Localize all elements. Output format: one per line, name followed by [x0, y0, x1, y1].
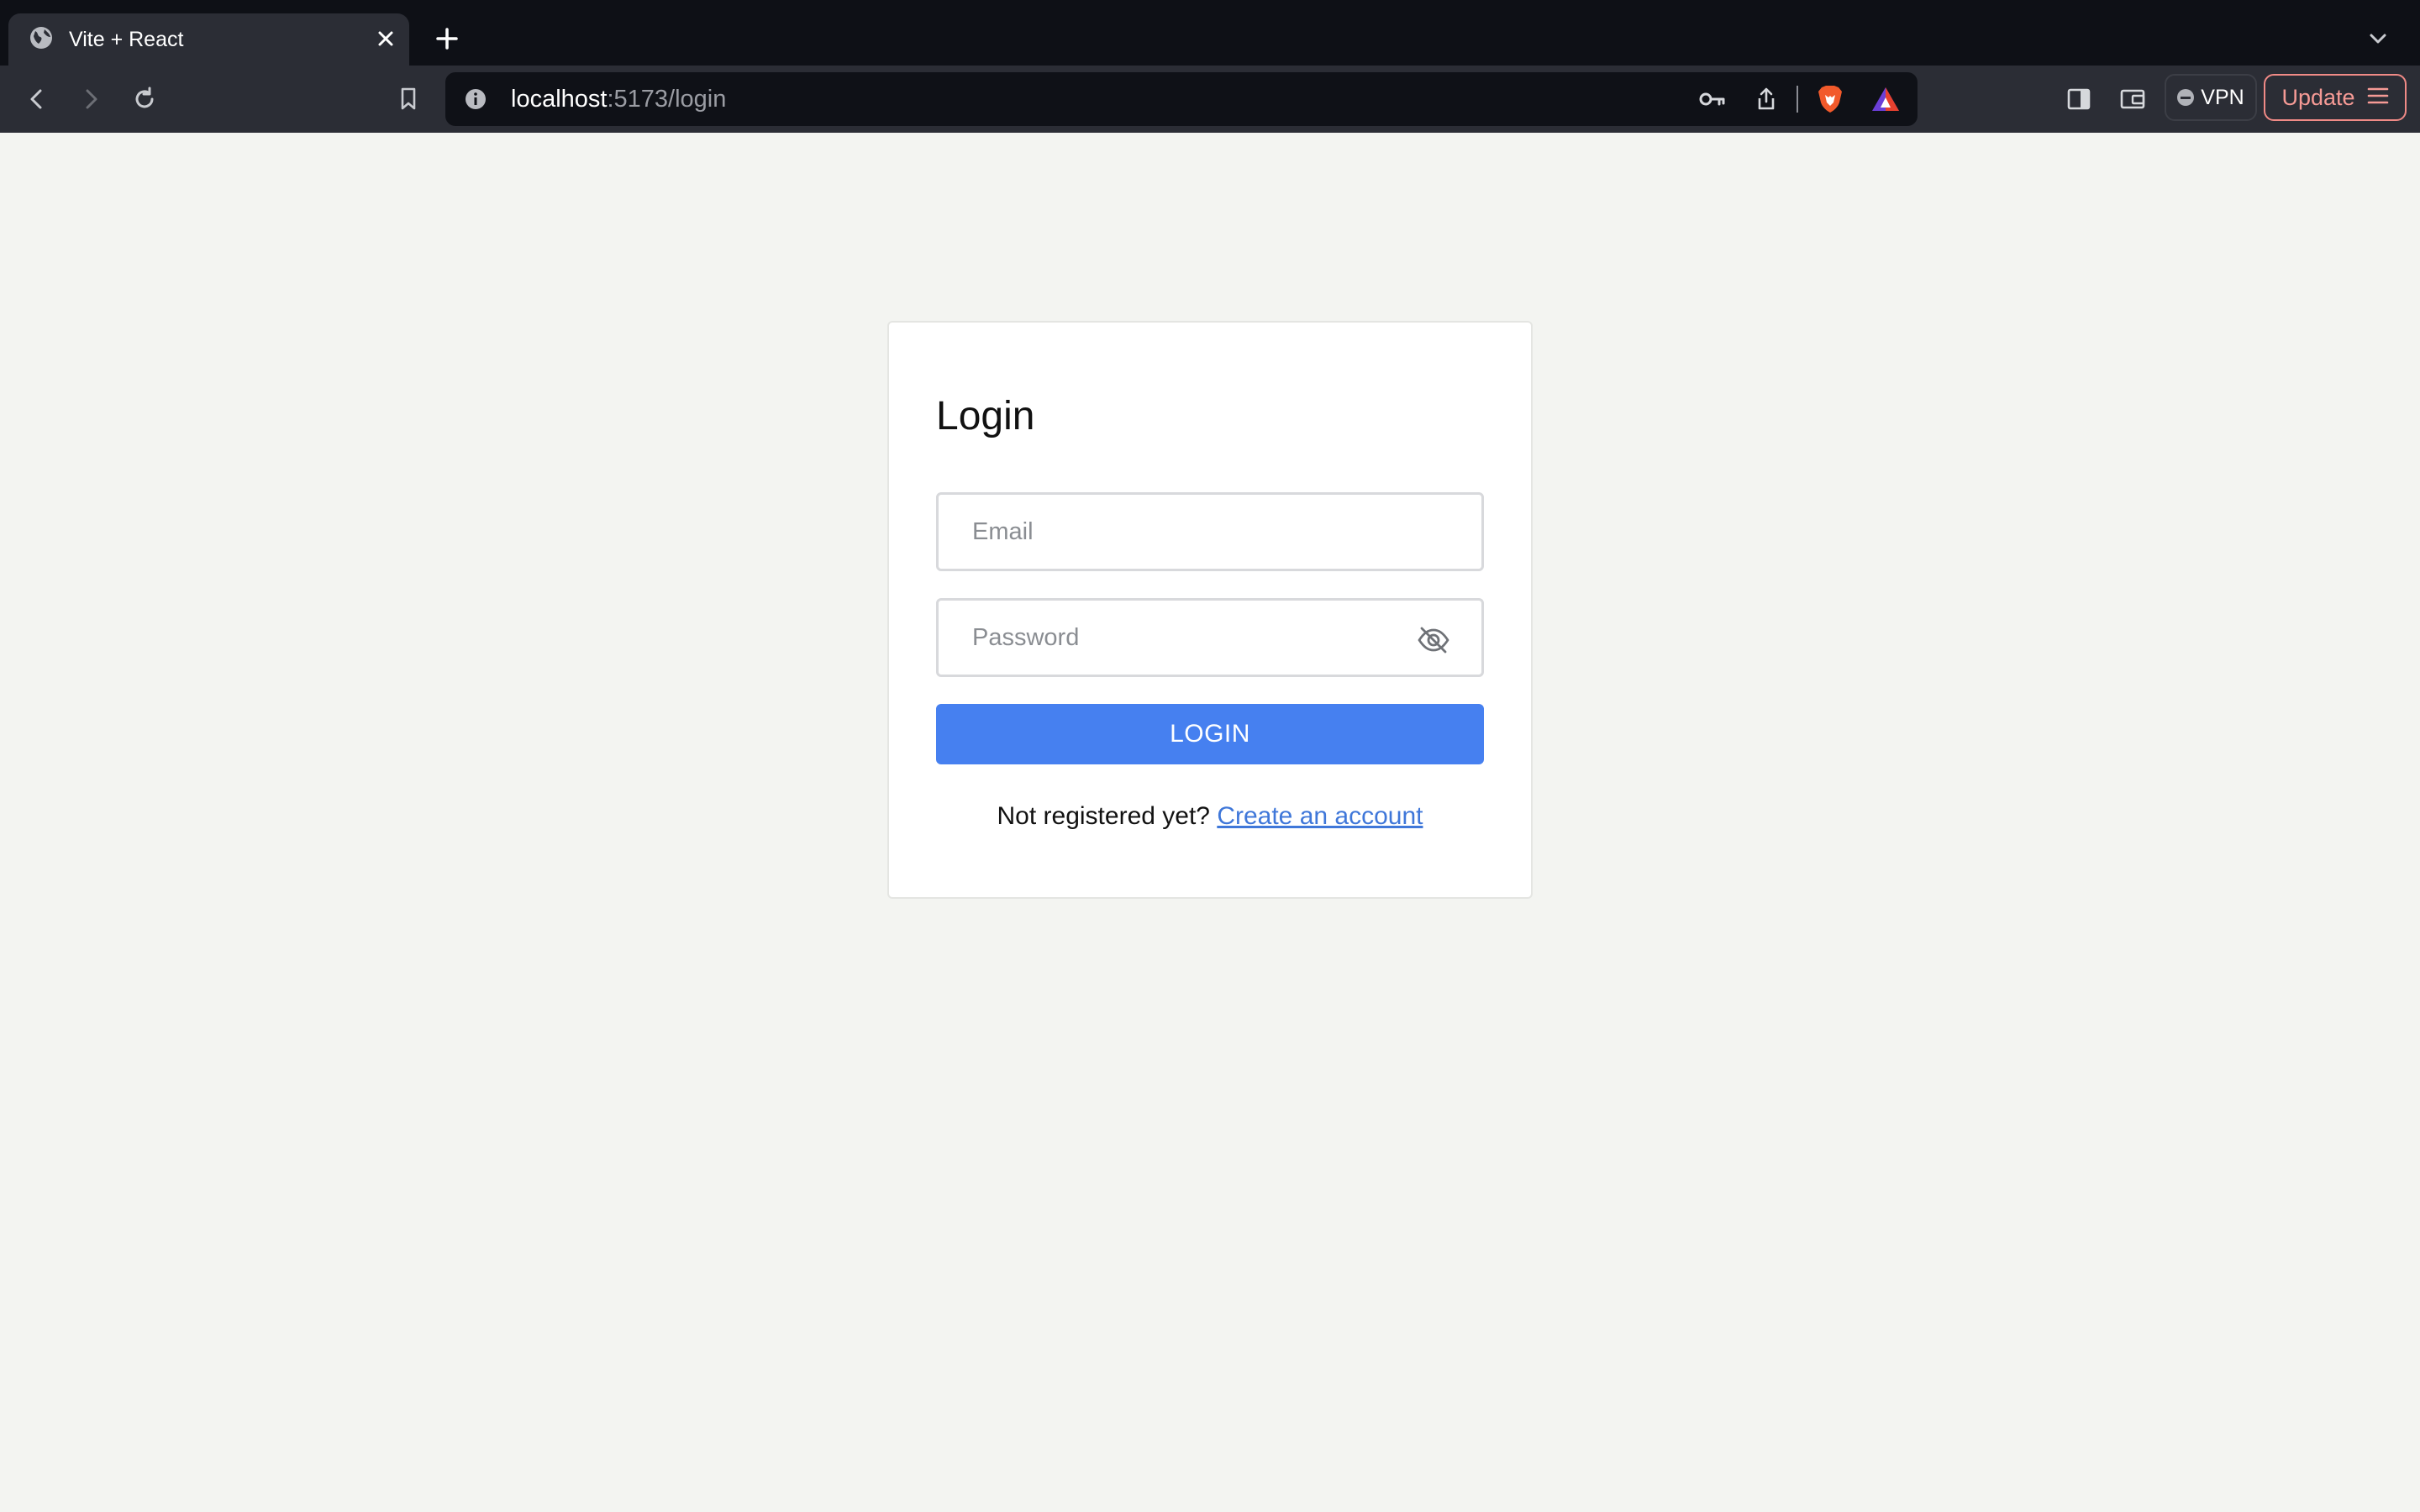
rewards-triangle-icon[interactable]: [1867, 81, 1904, 118]
tab-strip: Vite + React: [0, 0, 2420, 67]
brave-lion-icon[interactable]: [1812, 81, 1849, 118]
back-arrow-icon[interactable]: [18, 81, 55, 118]
browser-tab[interactable]: Vite + React: [8, 13, 409, 66]
eye-off-icon[interactable]: [1416, 622, 1451, 658]
wallet-icon[interactable]: [2114, 81, 2151, 118]
tab-title: Vite + React: [69, 28, 184, 51]
register-prompt-line: Not registered yet? Create an account: [889, 800, 1531, 833]
register-prompt: Not registered yet?: [997, 802, 1218, 830]
login-button[interactable]: LOGIN: [936, 704, 1484, 764]
browser-toolbar: localhost:5173/login VPN Update: [0, 66, 2420, 133]
divider: [1797, 86, 1798, 113]
globe-icon: [29, 25, 54, 50]
url-host: localhost: [511, 86, 608, 113]
address-bar[interactable]: localhost:5173/login: [445, 72, 1918, 126]
password-input[interactable]: [939, 601, 1481, 675]
share-icon[interactable]: [1748, 81, 1785, 118]
plus-icon[interactable]: [429, 20, 466, 57]
close-icon[interactable]: [371, 24, 401, 54]
create-account-link[interactable]: Create an account: [1217, 802, 1423, 830]
url-path: :5173/login: [607, 86, 727, 113]
email-input[interactable]: [939, 495, 1481, 569]
url-text[interactable]: localhost:5173/login: [511, 83, 726, 115]
password-field[interactable]: [936, 598, 1484, 677]
login-card: Login LOGIN Not registered yet? Create a…: [887, 321, 1533, 899]
email-field[interactable]: [936, 492, 1484, 571]
update-label: Update: [2281, 84, 2355, 110]
update-button[interactable]: Update: [2264, 74, 2407, 121]
sidebar-icon[interactable]: [2060, 81, 2097, 118]
key-icon[interactable]: [1694, 81, 1731, 118]
vpn-label: VPN: [2201, 85, 2244, 109]
info-icon[interactable]: [457, 81, 494, 118]
hamburger-menu-icon: [2367, 85, 2389, 111]
vpn-button[interactable]: VPN: [2165, 74, 2257, 121]
chevron-down-icon[interactable]: [2361, 22, 2395, 55]
forward-arrow-icon[interactable]: [72, 81, 109, 118]
vpn-status-icon: [2177, 89, 2195, 106]
reload-icon[interactable]: [126, 81, 163, 118]
page-title: Login: [936, 394, 1035, 438]
bookmark-icon[interactable]: [390, 81, 427, 118]
